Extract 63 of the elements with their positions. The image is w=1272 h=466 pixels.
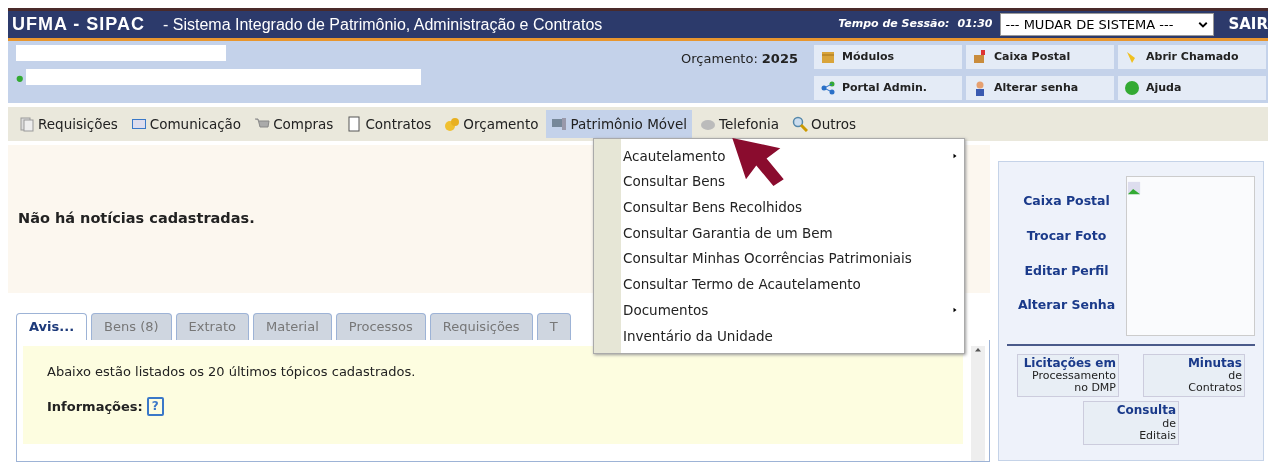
menu-option[interactable]: Consultar Garantia de um Bem bbox=[621, 220, 964, 246]
budget-year: 2025 bbox=[761, 50, 798, 68]
menu-option[interactable]: Acautelamento bbox=[621, 143, 964, 169]
pages-icon bbox=[19, 116, 35, 132]
help-button[interactable]: ? bbox=[146, 397, 164, 417]
tab[interactable]: Avis... bbox=[16, 313, 88, 340]
banner-text: Editais bbox=[1139, 429, 1176, 442]
coins-icon bbox=[444, 116, 461, 132]
broken-image-icon bbox=[1127, 180, 1142, 195]
banner-link[interactable]: Consulta de Editais bbox=[1083, 401, 1179, 445]
shortcut-button[interactable]: Alterar senha bbox=[966, 76, 1114, 100]
menu-option[interactable]: Inventário da Unidade bbox=[621, 322, 964, 349]
menu-option[interactable]: Consultar Bens Recolhidos bbox=[621, 194, 964, 221]
banner-text: Licitações em bbox=[1023, 357, 1116, 371]
system-subtitle: - Sistema Integrado de Patrimônio, Administração e Contratos bbox=[163, 14, 603, 35]
mailbox-icon bbox=[972, 49, 988, 65]
book-icon bbox=[130, 116, 147, 132]
session-label: Tempo de Sessão: bbox=[838, 16, 950, 33]
shortcut-button[interactable]: Módulos bbox=[814, 45, 962, 69]
news-message: Não há notícias cadastradas. bbox=[18, 209, 255, 229]
menu-item[interactable]: Requisições bbox=[14, 110, 123, 138]
share-icon bbox=[820, 80, 836, 96]
banner-text: Consulta bbox=[1116, 404, 1176, 418]
banner-text: de bbox=[1228, 370, 1242, 383]
menu-item[interactable]: Compras bbox=[249, 110, 339, 138]
menu-item[interactable]: Contratos bbox=[341, 110, 437, 138]
logout-link[interactable]: SAIR bbox=[1228, 13, 1268, 36]
shortcut-button[interactable]: Portal Admin. bbox=[814, 76, 962, 100]
menu-option[interactable]: Consultar Minhas Ocorrências Patrimoniais bbox=[621, 245, 964, 272]
session-time: 01:30 bbox=[957, 16, 993, 33]
computer-icon bbox=[551, 116, 568, 132]
profile-link[interactable]: Alterar Senha bbox=[1017, 296, 1116, 315]
profile-link[interactable]: Trocar Foto bbox=[1026, 226, 1107, 246]
banner-link[interactable]: Minutas de Contratos bbox=[1143, 354, 1245, 398]
info-label: Informações: bbox=[47, 398, 143, 416]
system-name: UFMA - SIPAC bbox=[12, 13, 145, 36]
banner-text: de bbox=[1162, 417, 1176, 430]
menu-option[interactable]: Consultar Bens bbox=[621, 168, 964, 195]
menu-item[interactable]: Telefonia bbox=[695, 110, 784, 138]
shortcut-button[interactable]: Abrir Chamado bbox=[1118, 45, 1266, 69]
menu-option[interactable]: Consultar Termo de Acautelamento bbox=[621, 271, 964, 298]
budget-label: Orçamento: bbox=[681, 50, 758, 68]
search-icon bbox=[792, 116, 808, 132]
banner-text: Contratos bbox=[1188, 382, 1242, 395]
document-icon bbox=[346, 116, 363, 132]
banner-link[interactable]: Licitações em Processamento no DMP bbox=[1017, 354, 1119, 398]
system-select[interactable]: --- MUDAR DE SISTEMA --- bbox=[1000, 12, 1215, 37]
banner-text: Processamento bbox=[1032, 370, 1116, 383]
menu-item[interactable]: Comunicação bbox=[125, 110, 247, 138]
profile-link[interactable]: Caixa Postal bbox=[1023, 192, 1110, 211]
shortcut-button[interactable]: Ajuda bbox=[1118, 76, 1266, 100]
box-icon bbox=[820, 49, 836, 65]
menu-item[interactable]: Orçamento bbox=[439, 110, 544, 138]
menu-item[interactable]: Patrimônio Móvel bbox=[546, 110, 693, 138]
notice-text: Abaixo estão listados os 20 últimos tópicos cadastrados. bbox=[47, 362, 417, 381]
profile-link[interactable]: Editar Perfil bbox=[1024, 261, 1109, 281]
menu-option[interactable]: Documentos bbox=[621, 297, 964, 323]
scrollbar[interactable] bbox=[971, 345, 985, 461]
menu-item[interactable]: Outros bbox=[787, 110, 862, 138]
help-icon bbox=[1124, 80, 1140, 96]
banner-text: no DMP bbox=[1074, 382, 1116, 395]
shortcut-button[interactable]: Caixa Postal bbox=[966, 45, 1114, 69]
banner-text: Minutas bbox=[1187, 357, 1242, 371]
